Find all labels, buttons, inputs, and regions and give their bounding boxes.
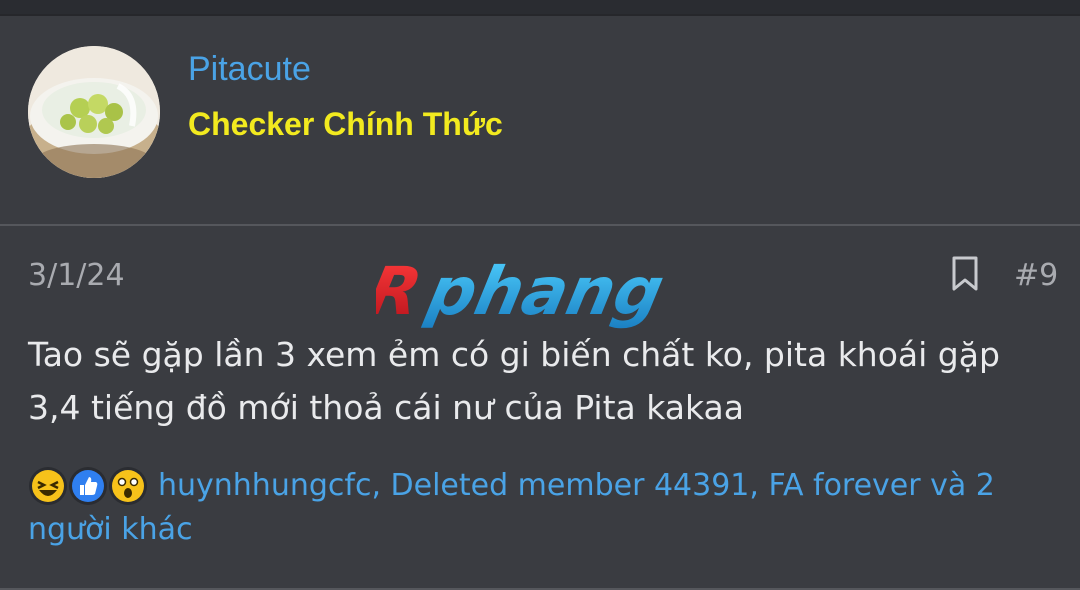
- laugh-reaction-icon: [29, 467, 67, 505]
- username[interactable]: Pitacute: [188, 50, 311, 89]
- wow-reaction-icon: [109, 467, 147, 505]
- post-content: Tao sẽ gặp lần 3 xem ẻm có gi biến chất …: [28, 328, 1058, 434]
- avatar[interactable]: [28, 46, 160, 178]
- like-reaction-icon: [69, 467, 107, 505]
- user-title: Checker Chính Thức: [188, 106, 503, 142]
- post-card: Pitacute Checker Chính Thức 3/1/24 R pha…: [0, 14, 1080, 590]
- reactions-bar[interactable]: huynhhungcfc, Deleted member 44391, FA f…: [28, 464, 1058, 552]
- watermark-letters: phang: [420, 253, 670, 330]
- reaction-icons[interactable]: [28, 464, 152, 508]
- bookmark-icon[interactable]: [950, 256, 980, 292]
- reactions-text[interactable]: huynhhungcfc, Deleted member 44391, FA f…: [28, 468, 995, 547]
- watermark-letter-r: R: [376, 253, 428, 330]
- post-date[interactable]: 3/1/24: [28, 258, 125, 293]
- post-content-line: Tao sẽ gặp lần 3 xem ẻm có gi biến chất …: [28, 335, 1000, 374]
- avatar-image: [28, 46, 160, 178]
- post-content-line: 3,4 tiếng đồ mới thoả cái nư của Pita ka…: [28, 388, 744, 427]
- post-number[interactable]: #9: [1014, 258, 1058, 293]
- post-header: Pitacute Checker Chính Thức: [0, 16, 1080, 226]
